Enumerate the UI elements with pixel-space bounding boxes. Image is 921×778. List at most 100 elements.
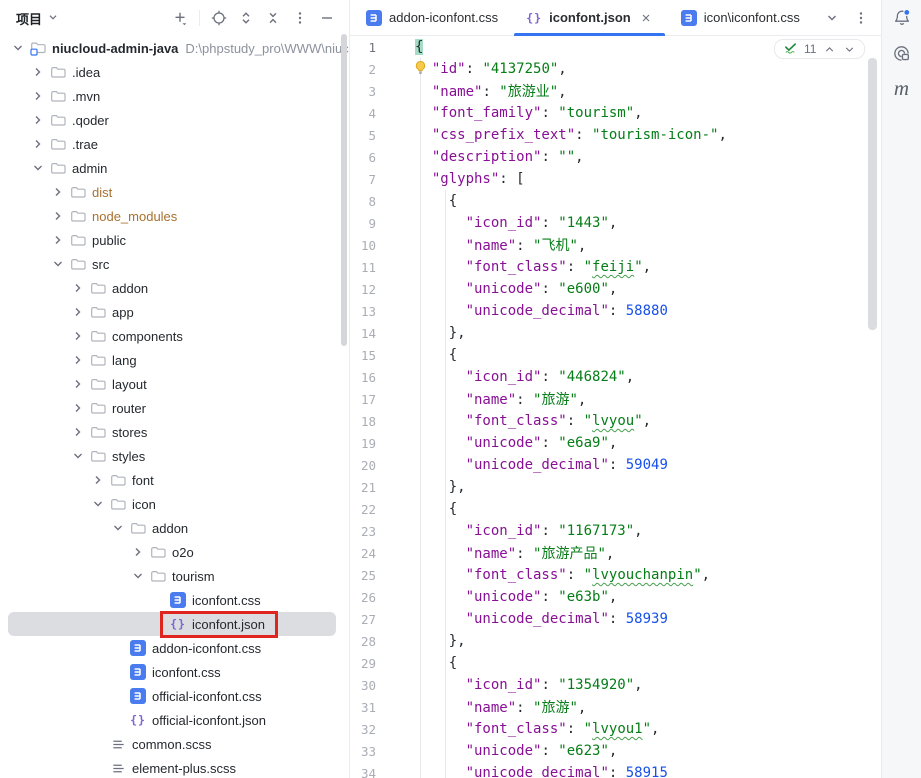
collapse-all-icon[interactable] — [265, 10, 281, 26]
tree-item-components[interactable]: components — [0, 324, 349, 348]
tab-icon-iconfont-css[interactable]: icon\iconfont.css — [667, 0, 814, 35]
tree-item--mvn[interactable]: .mvn — [0, 84, 349, 108]
code-line-26[interactable]: 26 "unicode": "e63b", — [350, 586, 881, 608]
chevron-right-icon[interactable] — [30, 112, 46, 128]
code-line-22[interactable]: 22 { — [350, 498, 881, 520]
chevron-right-icon[interactable] — [130, 544, 146, 560]
chevron-right-icon[interactable] — [70, 280, 86, 296]
code-line-21[interactable]: 21 }, — [350, 476, 881, 498]
tree-scrollbar-thumb[interactable] — [341, 34, 347, 346]
code-line-20[interactable]: 20 "unicode_decimal": 59049 — [350, 454, 881, 476]
code-line-18[interactable]: 18 "font_class": "lvyou", — [350, 410, 881, 432]
inspections-widget[interactable]: 11 — [774, 39, 865, 59]
chevron-down-icon[interactable] — [110, 520, 126, 536]
code-line-12[interactable]: 12 "unicode": "e600", — [350, 278, 881, 300]
tree-item-icon[interactable]: icon — [0, 492, 349, 516]
close-tab-icon[interactable] — [639, 11, 653, 25]
ai-assistant-icon[interactable] — [892, 43, 912, 63]
notifications-bell-icon[interactable] — [892, 8, 912, 28]
tree-item-node-modules[interactable]: node_modules — [0, 204, 349, 228]
tree-item-addon-iconfont-css[interactable]: addon-iconfont.css — [0, 636, 349, 660]
code-line-32[interactable]: 32 "font_class": "lvyou1", — [350, 718, 881, 740]
chevron-right-icon[interactable] — [30, 88, 46, 104]
previous-problem-icon[interactable] — [822, 42, 836, 56]
chevron-right-icon[interactable] — [70, 352, 86, 368]
tab-list-chevron-icon[interactable] — [824, 10, 840, 26]
tree-item-app[interactable]: app — [0, 300, 349, 324]
code-line-5[interactable]: 5 "css_prefix_text": "tourism-icon-", — [350, 124, 881, 146]
tree-item-official-iconfont-json[interactable]: {}official-iconfont.json — [0, 708, 349, 732]
code-line-19[interactable]: 19 "unicode": "e6a9", — [350, 432, 881, 454]
add-icon[interactable] — [172, 10, 188, 26]
code-line-13[interactable]: 13 "unicode_decimal": 58880 — [350, 300, 881, 322]
code-line-14[interactable]: 14 }, — [350, 322, 881, 344]
code-line-2[interactable]: 2 "id": "4137250", — [350, 58, 881, 80]
tree-item-official-iconfont-css[interactable]: official-iconfont.css — [0, 684, 349, 708]
tree-item-font[interactable]: font — [0, 468, 349, 492]
code-line-9[interactable]: 9 "icon_id": "1443", — [350, 212, 881, 234]
maven-icon[interactable]: m — [892, 78, 912, 98]
editor-scrollbar-thumb[interactable] — [868, 58, 877, 330]
chevron-down-icon[interactable] — [30, 160, 46, 176]
next-problem-icon[interactable] — [842, 42, 856, 56]
locate-opened-file-icon[interactable] — [211, 10, 227, 26]
tree-item-niucloud-admin-java[interactable]: niucloud-admin-javaD:\phpstudy_pro\WWW\n… — [0, 36, 349, 60]
code-line-8[interactable]: 8 { — [350, 190, 881, 212]
tree-item-iconfont-css[interactable]: iconfont.css — [0, 660, 349, 684]
chevron-down-icon[interactable] — [70, 448, 86, 464]
chevron-right-icon[interactable] — [50, 232, 66, 248]
chevron-right-icon[interactable] — [70, 328, 86, 344]
hide-panel-icon[interactable] — [319, 10, 335, 26]
code-line-16[interactable]: 16 "icon_id": "446824", — [350, 366, 881, 388]
chevron-right-icon[interactable] — [70, 424, 86, 440]
code-line-30[interactable]: 30 "icon_id": "1354920", — [350, 674, 881, 696]
chevron-down-icon[interactable] — [130, 568, 146, 584]
code-line-17[interactable]: 17 "name": "旅游", — [350, 388, 881, 410]
tree-item-admin[interactable]: admin — [0, 156, 349, 180]
tree-item-tourism[interactable]: tourism — [0, 564, 349, 588]
tree-item--idea[interactable]: .idea — [0, 60, 349, 84]
code-line-25[interactable]: 25 "font_class": "lvyouchanpin", — [350, 564, 881, 586]
chevron-right-icon[interactable] — [30, 136, 46, 152]
code-line-28[interactable]: 28 }, — [350, 630, 881, 652]
project-panel-title-dropdown[interactable]: 项目 — [16, 9, 60, 28]
tree-item-lang[interactable]: lang — [0, 348, 349, 372]
tree-item--qoder[interactable]: .qoder — [0, 108, 349, 132]
code-line-7[interactable]: 7 "glyphs": [ — [350, 168, 881, 190]
tab-iconfont-json[interactable]: {}iconfont.json — [512, 0, 667, 35]
tree-item-o2o[interactable]: o2o — [0, 540, 349, 564]
chevron-right-icon[interactable] — [90, 472, 106, 488]
chevron-right-icon[interactable] — [70, 376, 86, 392]
chevron-right-icon[interactable] — [50, 184, 66, 200]
tree-item-iconfont-css[interactable]: iconfont.css — [0, 588, 349, 612]
chevron-right-icon[interactable] — [30, 64, 46, 80]
code-line-29[interactable]: 29 { — [350, 652, 881, 674]
tree-item-layout[interactable]: layout — [0, 372, 349, 396]
chevron-down-icon[interactable] — [90, 496, 106, 512]
intention-bulb-icon[interactable] — [413, 60, 428, 75]
tree-item-common-scss[interactable]: common.scss — [0, 732, 349, 756]
tree-item-element-plus-scss[interactable]: element-plus.scss — [0, 756, 349, 778]
tree-item-src[interactable]: src — [0, 252, 349, 276]
tab-addon-iconfont-css[interactable]: addon-iconfont.css — [352, 0, 512, 35]
tree-item-styles[interactable]: styles — [0, 444, 349, 468]
code-line-15[interactable]: 15 { — [350, 344, 881, 366]
code-line-24[interactable]: 24 "name": "旅游产品", — [350, 542, 881, 564]
code-line-10[interactable]: 10 "name": "飞机", — [350, 234, 881, 256]
chevron-right-icon[interactable] — [70, 304, 86, 320]
tree-item-addon[interactable]: addon — [0, 276, 349, 300]
chevron-right-icon[interactable] — [70, 400, 86, 416]
code-line-27[interactable]: 27 "unicode_decimal": 58939 — [350, 608, 881, 630]
tree-item-addon[interactable]: addon — [0, 516, 349, 540]
more-options-icon[interactable] — [292, 10, 308, 26]
tree-item-router[interactable]: router — [0, 396, 349, 420]
tree-item--trae[interactable]: .trae — [0, 132, 349, 156]
code-line-11[interactable]: 11 "font_class": "feiji", — [350, 256, 881, 278]
tree-item-dist[interactable]: dist — [0, 180, 349, 204]
chevron-right-icon[interactable] — [50, 208, 66, 224]
chevron-down-icon[interactable] — [10, 40, 26, 56]
code-line-31[interactable]: 31 "name": "旅游", — [350, 696, 881, 718]
code-line-3[interactable]: 3 "name": "旅游业", — [350, 80, 881, 102]
code-line-34[interactable]: 34 "unicode_decimal": 58915 — [350, 762, 881, 778]
code-line-4[interactable]: 4 "font_family": "tourism", — [350, 102, 881, 124]
